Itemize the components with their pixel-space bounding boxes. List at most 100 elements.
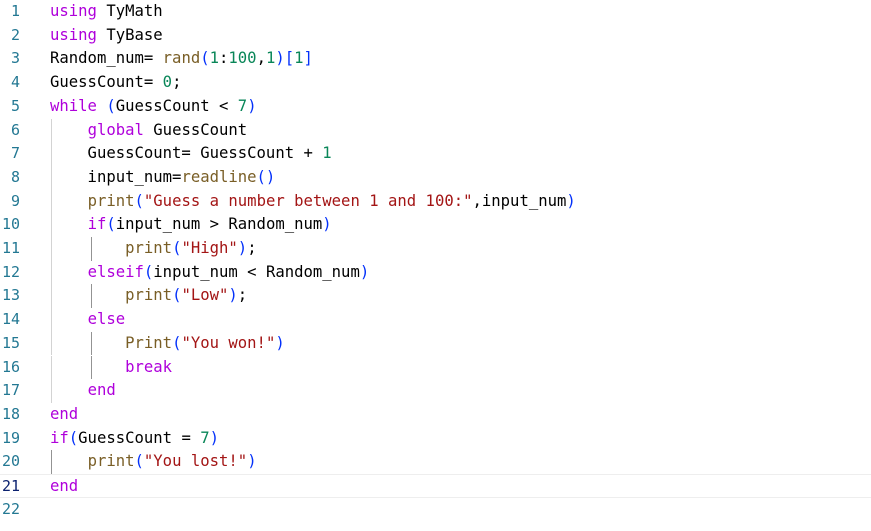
code-line[interactable]: 14 else (0, 308, 871, 332)
code-line[interactable]: 22 (0, 498, 871, 522)
code-token: ) (209, 428, 220, 447)
code-token: ,input_num (472, 191, 567, 210)
code-text: break (50, 356, 172, 380)
line-number: 14 (1, 310, 20, 329)
code-token: TyBase (96, 25, 163, 44)
code-editor[interactable]: 1 using TyMath 2 using TyBase 3 Random_num= r… (0, 0, 871, 531)
code-line[interactable]: 10 if(input_num > Random_num) (0, 213, 871, 237)
code-token: ; (247, 239, 257, 257)
code-token: GuessCount < (115, 96, 238, 115)
code-token: print (87, 191, 135, 210)
code-token: break (125, 357, 173, 376)
code-text: GuessCount= 0; (50, 71, 181, 95)
code-line[interactable]: 20 print("You lost!") (0, 450, 871, 474)
code-token: if (50, 428, 69, 447)
line-number: 20 (1, 452, 20, 471)
code-line[interactable]: 7 GuessCount= GuessCount + 1 (0, 142, 871, 166)
code-token: 1 (322, 144, 332, 163)
code-token: ) (247, 452, 257, 471)
line-number: 12 (1, 262, 20, 281)
code-token: 1 (265, 49, 276, 68)
code-token: end (50, 477, 79, 495)
code-line[interactable]: 8 input_num=readline() (0, 165, 871, 190)
code-line[interactable]: 15 Print("You won!") (0, 331, 871, 356)
line-number: 13 (1, 286, 20, 305)
code-text: end (50, 379, 116, 403)
code-token: 7 (200, 428, 210, 447)
code-token: GuessCount= (50, 73, 163, 92)
line-number: 18 (1, 404, 20, 423)
code-token: ) (359, 262, 370, 281)
code-text: Print("You won!") (50, 332, 285, 356)
code-token: print (87, 452, 135, 471)
code-text: global GuessCount (50, 119, 248, 143)
code-line[interactable]: 21 end (0, 474, 871, 498)
code-token: "High" (181, 239, 238, 257)
code-line[interactable]: 1 using TyMath (0, 0, 871, 24)
code-text: end (50, 403, 78, 427)
code-token: input_num > Random_num (115, 215, 323, 234)
code-line[interactable]: 18 end (0, 403, 871, 427)
line-number: 7 (10, 144, 20, 163)
code-line[interactable]: 5 while (GuessCount < 7) (0, 95, 871, 119)
code-token: end (87, 381, 116, 400)
line-number: 5 (10, 96, 20, 115)
code-token: [ (284, 49, 295, 68)
code-token: global (87, 120, 144, 139)
code-line[interactable]: 17 end (0, 379, 871, 403)
code-token: ) (228, 286, 238, 305)
code-line[interactable]: 9 print("Guess a number between 1 and 10… (0, 189, 871, 214)
code-token: 7 (237, 96, 248, 115)
code-line[interactable]: 11 print("High"); (0, 237, 871, 261)
line-number: 16 (1, 357, 20, 376)
code-text: print("You lost!") (50, 450, 257, 474)
code-text: end (50, 475, 78, 499)
code-token: elseif (87, 262, 144, 281)
code-text: print("High"); (50, 237, 257, 261)
code-line[interactable]: 12 elseif(input_num < Random_num) (0, 260, 871, 285)
line-number: 2 (10, 25, 20, 44)
code-text: GuessCount= GuessCount + 1 (50, 142, 332, 166)
line-number: 15 (1, 333, 20, 352)
code-token: ) (275, 49, 285, 68)
code-token: print (125, 286, 173, 305)
line-number: 4 (10, 73, 20, 92)
code-line[interactable]: 2 using TyBase (0, 24, 871, 48)
code-text: elseif(input_num < Random_num) (50, 261, 370, 285)
code-line[interactable]: 3 Random_num= rand(1:100,1)[1] (0, 47, 871, 71)
code-line[interactable]: 19 if(GuessCount = 7) (0, 427, 871, 451)
code-token: using (50, 25, 97, 44)
code-token: rand (162, 49, 201, 68)
code-token: "You won!" (181, 333, 276, 352)
line-number: 17 (1, 381, 20, 400)
code-token: 100 (228, 49, 257, 68)
code-line[interactable]: 4 GuessCount= 0; (0, 71, 871, 95)
code-token: print (125, 239, 173, 257)
code-token: 1 (294, 49, 304, 68)
line-number: 19 (1, 428, 20, 447)
code-token: , (256, 49, 266, 68)
code-token: 0 (162, 73, 173, 92)
code-token: input_num < Random_num (153, 262, 360, 281)
code-token: input_num= (50, 167, 182, 186)
code-token: : (219, 49, 229, 68)
code-text: using TyMath (50, 0, 163, 24)
code-token: ) (322, 215, 332, 234)
code-text: if(GuessCount = 7) (50, 427, 219, 451)
code-line[interactable]: 16 break (0, 355, 871, 380)
code-token: GuessCount (143, 120, 248, 139)
line-number: 3 (10, 49, 20, 68)
line-number: 8 (10, 167, 20, 186)
code-line[interactable]: 6 global GuessCount (0, 118, 871, 143)
code-line[interactable]: 13 print("Low"); (0, 284, 871, 309)
